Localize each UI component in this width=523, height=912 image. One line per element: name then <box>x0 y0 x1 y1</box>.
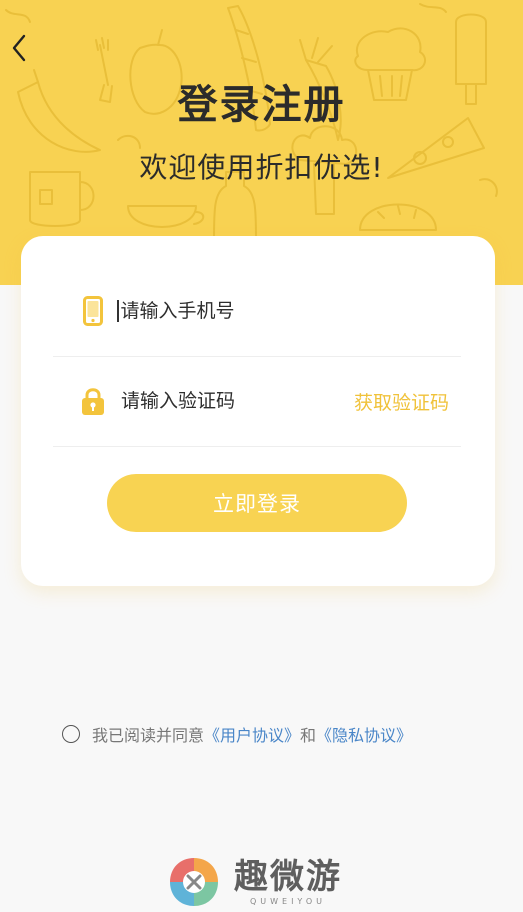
phone-input[interactable] <box>120 300 321 322</box>
watermark-name: 趣微游 <box>234 857 342 897</box>
verification-code-input[interactable] <box>121 390 321 412</box>
get-code-button[interactable]: 获取验证码 <box>354 388 449 415</box>
code-field-row: 获取验证码 <box>53 356 461 447</box>
back-arrow-icon <box>12 34 26 62</box>
phone-icon <box>81 295 105 327</box>
watermark-pinyin: QUWEIYOU <box>249 897 327 906</box>
phone-field-row <box>53 266 461 357</box>
user-agreement-link[interactable]: 《用户协议》 <box>204 722 300 746</box>
page-title: 登录注册 <box>177 82 346 128</box>
login-card: 获取验证码 立即登录 <box>21 236 495 586</box>
agreement-row: 我已阅读并同意 《用户协议》 和 《隐私协议》 <box>62 722 412 746</box>
agreement-prefix: 我已阅读并同意 <box>92 726 205 745</box>
back-button[interactable] <box>4 30 34 66</box>
login-button[interactable]: 立即登录 <box>107 474 407 532</box>
site-watermark: 趣微游 QUWEIYOU <box>168 856 342 908</box>
page-subtitle: 欢迎使用折扣优选! <box>139 151 384 184</box>
text-cursor <box>117 300 119 322</box>
watermark-logo-icon <box>170 858 218 906</box>
privacy-agreement-link[interactable]: 《隐私协议》 <box>316 722 412 746</box>
lock-icon <box>81 385 105 417</box>
radio-icon[interactable] <box>62 725 80 743</box>
agreement-conjunction: 和 <box>300 726 317 745</box>
